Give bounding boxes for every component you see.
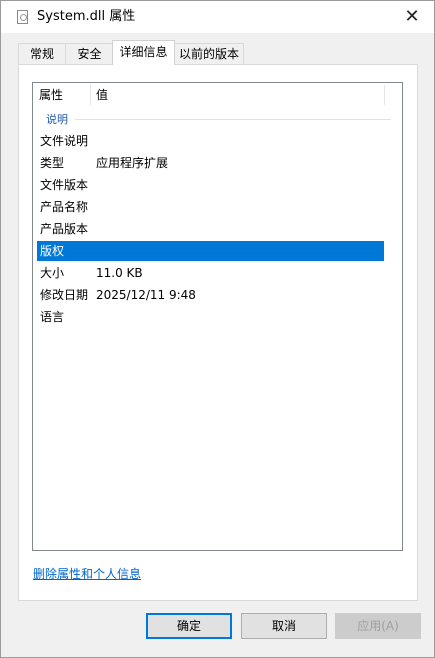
window-title: System.dll 属性 [37,9,136,24]
details-panel: 属性 值 说明 文件说明 类型 应用程序扩展 文件版本 产品名称 产品版本 版权… [18,64,418,601]
property-name: 文件说明 [40,134,89,148]
property-row[interactable]: 大小 11.0 KB [37,263,384,283]
tab-previous-versions[interactable]: 以前的版本 [174,43,244,64]
ok-button[interactable]: 确定 [146,613,232,639]
property-row[interactable]: 语言 [37,307,384,327]
property-value: 应用程序扩展 [96,156,169,170]
property-row[interactable]: 类型 应用程序扩展 [37,153,384,173]
group-label: 说明 [46,113,68,126]
property-name: 语言 [40,310,65,324]
property-name: 文件版本 [40,178,89,192]
tab-security[interactable]: 安全 [65,43,114,64]
property-name: 大小 [40,266,65,280]
column-header-name[interactable]: 属性 [33,83,89,108]
tab-details[interactable]: 详细信息 [112,40,175,65]
property-name: 产品名称 [40,200,89,214]
column-separator[interactable] [384,85,385,105]
close-button[interactable]: ✕ [402,7,422,27]
property-name: 版权 [40,244,65,258]
remove-properties-link[interactable]: 删除属性和个人信息 [33,565,141,582]
property-value: 11.0 KB [96,266,143,280]
property-row[interactable]: 文件说明 [37,131,384,151]
column-header-value[interactable]: 值 [90,83,376,108]
property-row-selected[interactable]: 版权 [37,241,384,261]
tab-general[interactable]: 常规 [18,43,66,64]
property-name: 修改日期 [40,288,89,302]
group-divider [75,119,391,120]
property-row[interactable]: 产品名称 [37,197,384,217]
apply-button[interactable]: 应用(A) [335,613,421,639]
property-row[interactable]: 修改日期 2025/12/11 9:48 [37,285,384,305]
property-row[interactable]: 产品版本 [37,219,384,239]
cancel-button[interactable]: 取消 [241,613,327,639]
property-row[interactable]: 文件版本 [37,175,384,195]
property-name: 类型 [40,156,65,170]
property-value: 2025/12/11 9:48 [96,288,196,302]
list-header: 属性 值 [33,83,385,108]
property-name: 产品版本 [40,222,89,236]
property-list[interactable]: 属性 值 说明 文件说明 类型 应用程序扩展 文件版本 产品名称 产品版本 版权… [32,82,403,551]
properties-dialog: System.dll 属性 ✕ 常规 安全 详细信息 以前的版本 属性 值 说明… [0,0,435,658]
dll-file-icon [17,10,28,24]
group-header-description: 说明 [33,109,393,127]
title-bar: System.dll 属性 ✕ [1,1,434,33]
